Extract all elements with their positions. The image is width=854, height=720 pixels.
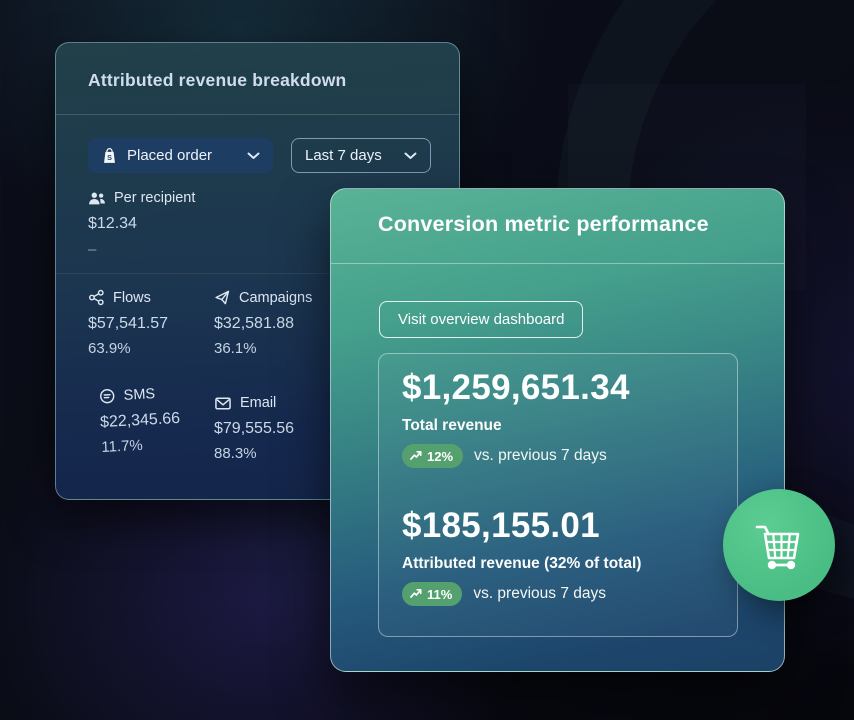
- channel-label: Campaigns: [239, 290, 312, 306]
- total-revenue-metric: $1,259,651.34 Total revenue 12% vs. prev…: [402, 368, 630, 468]
- flows-icon: [88, 289, 105, 306]
- campaigns-icon: [214, 289, 231, 306]
- metric-value: $1,259,651.34: [402, 368, 630, 408]
- channel-label: Flows: [113, 290, 151, 306]
- channel-label: SMS: [123, 386, 155, 404]
- change-badge: 12%: [402, 444, 463, 468]
- card-title: Attributed revenue breakdown: [88, 70, 346, 91]
- sms-icon: [98, 387, 116, 405]
- metrics-panel: $1,259,651.34 Total revenue 12% vs. prev…: [378, 353, 738, 637]
- change-badge: 11%: [402, 582, 462, 606]
- per-recipient-stat: Per recipient $12.34 –: [88, 190, 195, 258]
- shopping-cart-badge: [723, 489, 835, 601]
- people-icon: [88, 191, 106, 206]
- attributed-revenue-metric: $185,155.01 Attributed revenue (32% of t…: [402, 506, 641, 606]
- comparison-text: vs. previous 7 days: [474, 447, 607, 465]
- change-percent: 11%: [427, 587, 452, 602]
- date-range-label: Last 7 days: [305, 147, 382, 164]
- visit-overview-dashboard-button[interactable]: Visit overview dashboard: [379, 301, 583, 338]
- conversion-performance-card: Conversion metric performance Visit over…: [330, 188, 785, 672]
- filter-controls: S Placed order Last 7 days: [88, 138, 431, 173]
- date-range-dropdown[interactable]: Last 7 days: [291, 138, 431, 173]
- channel-percent: 11.7%: [101, 435, 182, 456]
- trending-up-icon: [410, 449, 422, 464]
- channel-stat-flows: Flows $57,541.57 63.9%: [88, 289, 168, 357]
- channel-value: $22,345.66: [100, 410, 181, 432]
- svg-text:S: S: [107, 152, 112, 161]
- channel-percent: 63.9%: [88, 340, 168, 357]
- divider: [56, 114, 459, 115]
- channel-stat-email: Email $79,555.56 88.3%: [214, 395, 294, 462]
- trending-up-icon: [410, 587, 422, 602]
- card-title: Conversion metric performance: [378, 212, 709, 237]
- metric-label: Total revenue: [402, 417, 630, 435]
- channel-stat-sms: SMS $22,345.66 11.7%: [98, 384, 182, 456]
- per-recipient-label: Per recipient: [114, 190, 195, 206]
- channel-stat-campaigns: Campaigns $32,581.88 36.1%: [214, 289, 312, 357]
- per-recipient-value: $12.34: [88, 215, 195, 233]
- metric-filter-dropdown[interactable]: S Placed order: [88, 138, 273, 173]
- divider: [331, 263, 784, 264]
- metric-filter-label: Placed order: [127, 147, 212, 164]
- per-recipient-secondary: –: [88, 241, 195, 258]
- chevron-down-icon: [404, 147, 417, 164]
- comparison-text: vs. previous 7 days: [473, 585, 606, 603]
- channel-percent: 88.3%: [214, 445, 294, 462]
- channel-value: $57,541.57: [88, 315, 168, 333]
- marketing-graphic: Attributed revenue breakdown S Placed or…: [0, 0, 854, 720]
- shopping-cart-icon: [748, 514, 810, 577]
- shopify-bag-icon: S: [101, 147, 118, 165]
- channel-value: $79,555.56: [214, 420, 294, 438]
- change-percent: 12%: [427, 449, 453, 464]
- email-icon: [214, 396, 232, 411]
- channel-value: $32,581.88: [214, 315, 312, 333]
- chevron-down-icon: [247, 147, 260, 164]
- metric-value: $185,155.01: [402, 506, 641, 546]
- metric-label: Attributed revenue (32% of total): [402, 555, 641, 573]
- channel-percent: 36.1%: [214, 340, 312, 357]
- channel-label: Email: [240, 395, 276, 411]
